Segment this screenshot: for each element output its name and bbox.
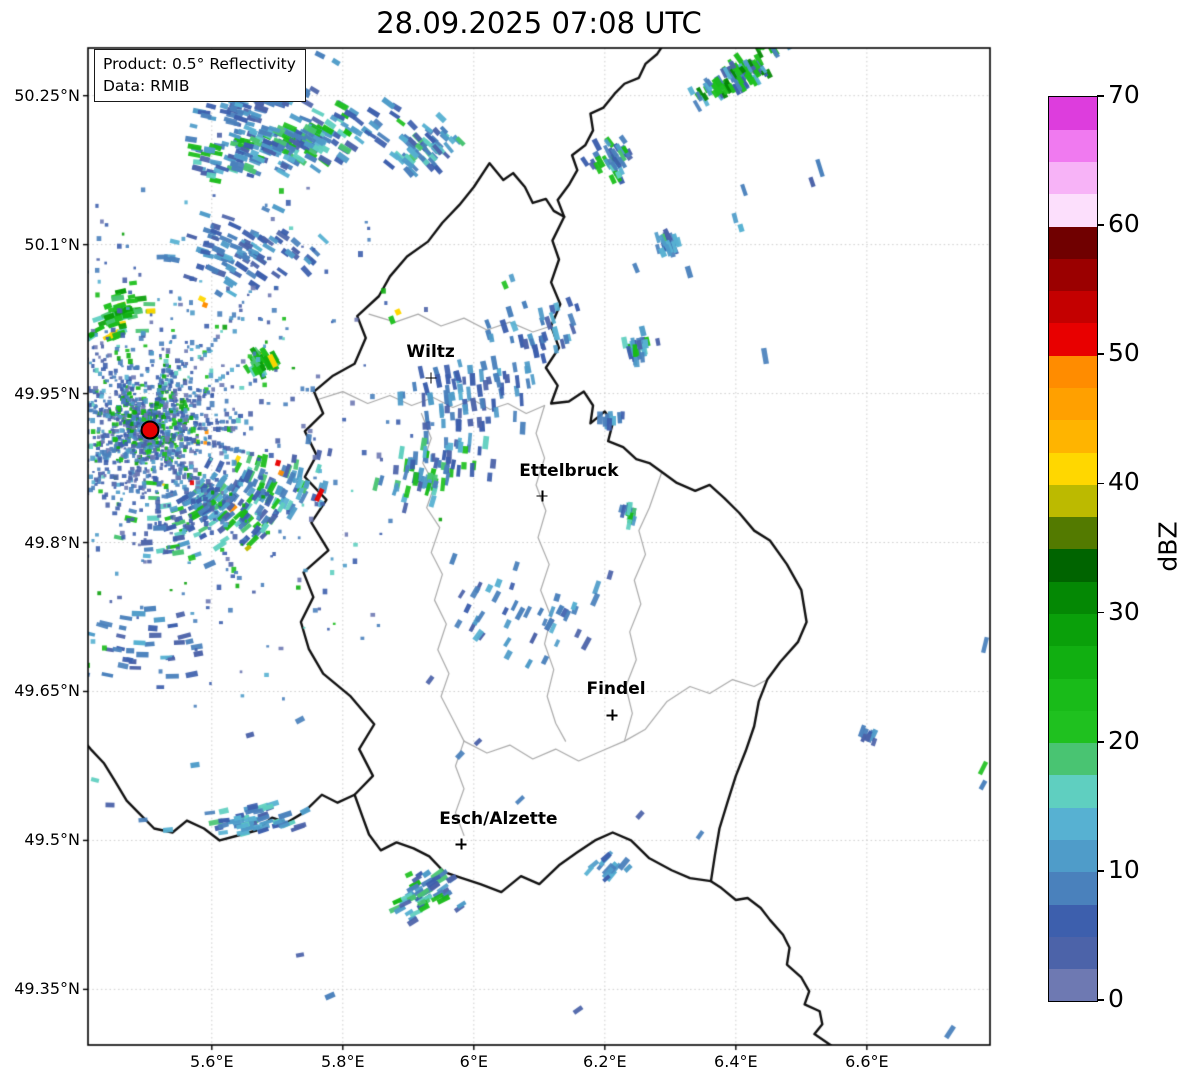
colorbar-segment xyxy=(1049,581,1097,615)
city-label: Ettelbruck xyxy=(519,460,619,481)
colorbar-segment xyxy=(1049,904,1097,937)
city-label: Wiltz xyxy=(406,341,455,362)
x-tick-label: 6.2°E xyxy=(583,1052,627,1071)
city-marker xyxy=(536,490,548,502)
data-source-line: Data: RMIB xyxy=(103,77,190,95)
product-info-box: Product: 0.5° Reflectivity Data: RMIB xyxy=(94,49,306,102)
city-marker xyxy=(425,372,437,384)
colorbar-segment xyxy=(1049,839,1097,873)
city-label: Findel xyxy=(586,679,646,700)
page-title: 28.09.2025 07:08 UTC xyxy=(376,6,702,40)
colorbar-segment xyxy=(1049,258,1097,292)
colorbar-segment xyxy=(1049,193,1097,227)
colorbar-segment xyxy=(1049,871,1097,905)
colorbar-segment xyxy=(1049,226,1097,259)
colorbar-segment xyxy=(1049,323,1097,356)
y-tick-label: 49.35°N xyxy=(14,979,80,999)
colorbar-segment xyxy=(1049,678,1097,711)
colorbar-segment xyxy=(1049,775,1097,808)
colorbar-segment xyxy=(1049,452,1097,485)
y-tick-label: 49.95°N xyxy=(14,383,80,403)
colorbar-tick-label: 60 xyxy=(1108,209,1140,239)
colorbar-tick-label: 10 xyxy=(1108,854,1140,884)
colorbar-tick-mark xyxy=(1097,482,1104,485)
colorbar-axis-label: dBZ xyxy=(1153,521,1183,572)
colorbar-segment xyxy=(1049,742,1097,776)
colorbar-tick-label: 30 xyxy=(1108,596,1140,626)
y-tick-label: 50.1°N xyxy=(24,234,80,254)
y-tick-label: 49.8°N xyxy=(24,532,80,552)
x-tick-label: 5.8°E xyxy=(321,1052,365,1071)
x-tick-label: 5.6°E xyxy=(190,1052,234,1071)
colorbar-segment xyxy=(1049,516,1097,550)
colorbar-segment xyxy=(1049,161,1097,195)
y-tick-label: 49.5°N xyxy=(24,830,80,850)
radar-site-marker xyxy=(140,420,160,440)
x-tick-label: 6.6°E xyxy=(845,1052,889,1071)
colorbar-segment xyxy=(1049,97,1097,130)
colorbar-segment xyxy=(1049,710,1097,744)
product-line: Product: 0.5° Reflectivity xyxy=(103,55,296,73)
colorbar-tick-mark xyxy=(1097,870,1104,872)
colorbar-segment xyxy=(1049,129,1097,163)
colorbar-segment xyxy=(1049,807,1097,841)
colorbar-tick-mark xyxy=(1097,999,1104,1001)
colorbar-segment xyxy=(1049,645,1097,679)
city-marker xyxy=(606,709,618,721)
colorbar-segment xyxy=(1049,355,1097,389)
colorbar-tick-mark xyxy=(1097,95,1104,97)
colorbar-segment xyxy=(1049,613,1097,647)
colorbar-tick-mark xyxy=(1097,611,1104,614)
colorbar-tick-mark xyxy=(1097,740,1104,743)
x-tick-label: 6°E xyxy=(459,1052,488,1071)
y-tick-label: 49.65°N xyxy=(14,681,80,701)
colorbar-tick-label: 70 xyxy=(1108,80,1140,109)
city-label: Esch/Alzette xyxy=(439,809,558,830)
colorbar-tick-label: 20 xyxy=(1108,725,1140,755)
city-marker xyxy=(455,838,467,850)
colorbar-tick-label: 50 xyxy=(1108,338,1140,368)
colorbar-segment xyxy=(1049,549,1097,582)
colorbar-tick-mark xyxy=(1097,353,1104,356)
radar-map-figure: 28.09.2025 07:08 UTC Product: 0.5° Refle… xyxy=(0,0,1184,1081)
colorbar-tick-label: 0 xyxy=(1108,984,1124,1013)
colorbar-segment xyxy=(1049,968,1097,1002)
colorbar-segment xyxy=(1049,387,1097,421)
colorbar-segment xyxy=(1049,290,1097,324)
colorbar-tick-label: 40 xyxy=(1108,467,1140,497)
colorbar-segment xyxy=(1049,484,1097,518)
colorbar xyxy=(1048,96,1098,1002)
radar-map-canvas xyxy=(0,0,1184,1081)
y-tick-label: 50.25°N xyxy=(14,85,80,105)
colorbar-segment xyxy=(1049,419,1097,453)
colorbar-tick-mark xyxy=(1097,224,1104,226)
x-tick-label: 6.4°E xyxy=(714,1052,758,1071)
colorbar-segment xyxy=(1049,936,1097,970)
